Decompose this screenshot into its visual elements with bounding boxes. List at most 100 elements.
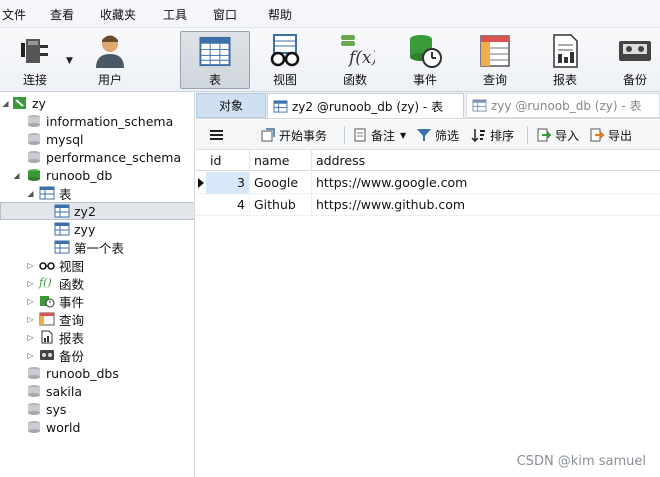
tree-label: 视图 (59, 258, 85, 274)
expand-arrow-icon[interactable]: ▷ (26, 297, 35, 306)
import-button[interactable]: 导入 (536, 126, 579, 144)
user-label: 用户 (97, 73, 122, 87)
sort-button[interactable]: 排序 (471, 126, 514, 144)
tree-group-events[interactable]: ▷ 事件 (0, 292, 194, 310)
table-action-bar: 开始事务 备注 ▼ 筛选 排序 导入 导出 (196, 120, 660, 150)
user-button[interactable]: 用户 (75, 31, 145, 89)
tree-table-zy2[interactable]: zy2 (0, 202, 194, 220)
column-header-address[interactable]: address (312, 150, 660, 171)
function-fx-icon: f() (39, 276, 52, 289)
function-fx-icon: f(x) (341, 35, 375, 68)
svg-text:f(x): f(x) (347, 48, 375, 68)
menu-tools[interactable]: 工具 (163, 0, 187, 28)
connect-button[interactable]: 连接 (0, 31, 70, 89)
function-button[interactable]: f(x) 函数 (320, 31, 390, 89)
collapse-arrow-icon[interactable]: ◢ (12, 171, 21, 180)
database-icon (28, 403, 40, 415)
menu-view[interactable]: 查看 (50, 0, 74, 28)
tree-group-queries[interactable]: ▷ 查询 (0, 310, 194, 328)
tab-bar: 对象 zy2 @runoob_db (zy) - 表 zyy @runoob_d… (196, 92, 660, 119)
table-icon (54, 204, 70, 218)
table-row[interactable]: 4 Github https://www.github.com (196, 194, 660, 216)
cell-name[interactable]: Google (250, 172, 312, 194)
grid-header: id name address (196, 150, 660, 171)
menu-hamburger-button[interactable] (209, 126, 228, 144)
tree-label: sakila (46, 383, 83, 399)
action-label: 导入 (555, 128, 580, 143)
table-label: 表 (208, 73, 221, 87)
cell-address[interactable]: https://www.github.com (312, 194, 660, 216)
query-button[interactable]: 查询 (460, 31, 530, 89)
expand-arrow-icon[interactable]: ▷ (26, 333, 35, 342)
transaction-icon (261, 128, 275, 142)
tree-group-views[interactable]: ▷ 视图 (0, 256, 194, 274)
tab-zy2-table[interactable]: zy2 @runoob_db (zy) - 表 (267, 93, 464, 118)
database-icon (28, 367, 40, 379)
tree-label: 函数 (59, 276, 85, 292)
menu-favorites[interactable]: 收藏夹 (100, 0, 136, 28)
tree-label: zyy (74, 221, 96, 237)
tree-db-runoob-db[interactable]: ◢ runoob_db (0, 166, 194, 184)
cell-address[interactable]: https://www.google.com (312, 172, 660, 194)
export-button[interactable]: 导出 (589, 126, 632, 144)
expand-arrow-icon[interactable]: ▷ (26, 261, 35, 270)
tree-table-zyy[interactable]: zyy (0, 220, 194, 238)
tree-label: mysql (46, 131, 84, 147)
import-icon (537, 128, 552, 142)
action-label: 备注 (371, 128, 396, 143)
hamburger-icon (210, 130, 223, 140)
menu-file[interactable]: 文件 (2, 0, 26, 28)
tables-folder-icon (39, 186, 55, 200)
expand-arrow-icon[interactable]: ▷ (26, 351, 35, 360)
toolbar-divider (344, 126, 345, 144)
tree-db-performance-schema[interactable]: performance_schema (0, 148, 194, 166)
tree-table-first[interactable]: 第一个表 (0, 238, 194, 256)
report-document-icon (41, 330, 53, 344)
tree-group-functions[interactable]: ▷ f() 函数 (0, 274, 194, 292)
report-button[interactable]: 报表 (530, 31, 600, 89)
menu-window[interactable]: 窗口 (213, 0, 237, 28)
tree-group-tables[interactable]: ◢ 表 (0, 184, 194, 202)
tree-db-runoob-dbs[interactable]: runoob_dbs (0, 364, 194, 382)
toolbar-divider (527, 126, 528, 144)
tree-connection-zy[interactable]: ◢ zy (0, 94, 194, 112)
tree-db-information-schema[interactable]: information_schema (0, 112, 194, 130)
database-open-icon (28, 169, 40, 181)
filter-button[interactable]: 筛选 (416, 126, 459, 144)
backup-button[interactable]: 备份 (600, 31, 660, 89)
expand-arrow-icon[interactable]: ▷ (26, 279, 35, 288)
collapse-arrow-icon[interactable]: ◢ (1, 99, 10, 108)
view-button[interactable]: 视图 (250, 31, 320, 89)
column-header-name[interactable]: name (250, 150, 312, 171)
collapse-arrow-icon[interactable]: ◢ (26, 189, 35, 198)
memo-button[interactable]: 备注 ▼ (352, 126, 406, 144)
tab-zyy-table[interactable]: zyy @runoob_db (zy) - 表 (466, 93, 660, 118)
tree-db-sys[interactable]: sys (0, 400, 194, 418)
memo-dropdown-icon[interactable]: ▼ (400, 131, 406, 140)
query-icon (39, 312, 55, 326)
tree-db-world[interactable]: world (0, 418, 194, 436)
cell-id[interactable]: 4 (206, 194, 250, 216)
tree-group-backups[interactable]: ▷ 备份 (0, 346, 194, 364)
connection-plug-icon (21, 39, 48, 63)
begin-transaction-button[interactable]: 开始事务 (260, 126, 327, 144)
export-icon (590, 128, 605, 142)
tree-group-reports[interactable]: ▷ 报表 (0, 328, 194, 346)
table-button[interactable]: 表 (180, 31, 250, 89)
table-icon (54, 222, 70, 236)
menu-help[interactable]: 帮助 (268, 0, 292, 28)
column-header-id[interactable]: id (206, 150, 250, 171)
table-row[interactable]: 3 Google https://www.google.com (196, 172, 660, 194)
tree-db-mysql[interactable]: mysql (0, 130, 194, 148)
tab-objects[interactable]: 对象 (196, 93, 266, 118)
cell-name[interactable]: Github (250, 194, 312, 216)
event-button[interactable]: 事件 (390, 31, 460, 89)
cell-id[interactable]: 3 (206, 172, 250, 194)
connect-dropdown-icon[interactable]: ▼ (66, 56, 73, 66)
table-icon (199, 36, 231, 67)
tree-db-sakila[interactable]: sakila (0, 382, 194, 400)
memo-note-icon (354, 128, 366, 142)
event-label: 事件 (412, 73, 437, 87)
table-icon (472, 99, 487, 112)
expand-arrow-icon[interactable]: ▷ (26, 315, 35, 324)
